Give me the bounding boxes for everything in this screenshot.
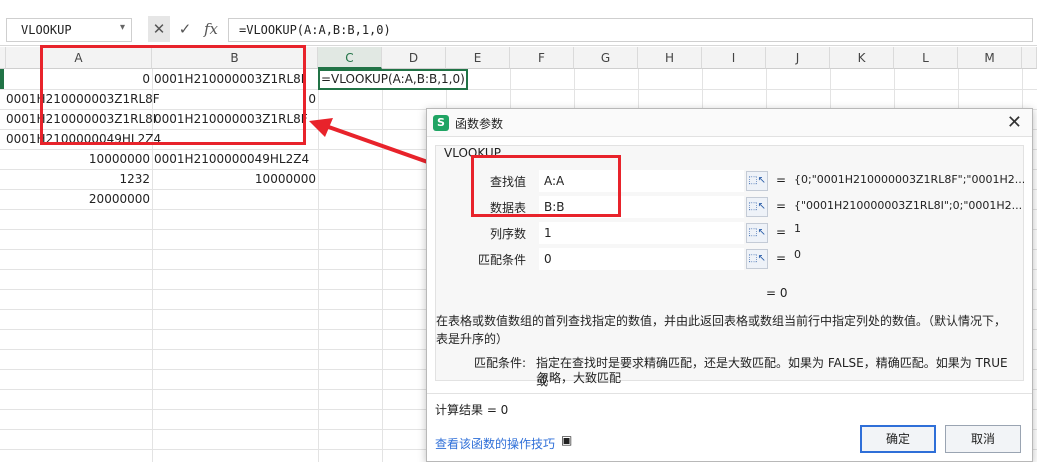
dialog-divider bbox=[427, 393, 1032, 394]
function-arguments-dialog: S 函数参数 ✕ VLOOKUP 查找值 A:A ⬚↖ = {0;"0001H2… bbox=[426, 108, 1033, 462]
param-desc-label: 匹配条件: bbox=[474, 356, 527, 370]
ok-button[interactable]: 确定 bbox=[860, 425, 936, 453]
cancel-icon[interactable]: ✕ bbox=[148, 16, 170, 42]
annotation-box-columns bbox=[40, 45, 306, 145]
param-result-lookup: {0;"0001H210000003Z1RL8F";"0001H2... bbox=[794, 173, 1024, 186]
dialog-title-bar[interactable]: S 函数参数 ✕ bbox=[427, 109, 1032, 137]
column-header-i[interactable]: I bbox=[702, 47, 766, 69]
range-select-icon[interactable]: ⬚↖ bbox=[746, 249, 768, 269]
cell-b6[interactable]: 10000000 bbox=[152, 169, 318, 189]
column-header-h[interactable]: H bbox=[638, 47, 702, 69]
formula-bar: VLOOKUP ▾ ✕ ✓ fx =VLOOKUP(A:A,B:B,1,0) bbox=[0, 0, 1037, 46]
param-value-col-index: 1 bbox=[544, 226, 552, 240]
param-eq-table: = bbox=[776, 199, 787, 213]
param-input-match[interactable]: 0 bbox=[539, 248, 744, 270]
column-header-e[interactable]: E bbox=[446, 47, 510, 69]
video-icon[interactable]: ▣ bbox=[561, 433, 572, 447]
column-header-n[interactable] bbox=[1022, 47, 1037, 69]
column-header-c[interactable]: C bbox=[318, 47, 382, 69]
param-label-match: 匹配条件 bbox=[477, 253, 526, 267]
formula-text: =VLOOKUP(A:A,B:B,1,0) bbox=[239, 23, 391, 37]
annotation-box-params bbox=[471, 155, 621, 217]
cell-b5[interactable]: 0001H2100000049HL2Z4 bbox=[154, 149, 318, 169]
range-select-icon[interactable]: ⬚↖ bbox=[746, 223, 768, 243]
param-eq-lookup: = bbox=[776, 173, 787, 187]
function-description-cont: 表是升序的） bbox=[436, 332, 509, 346]
dialog-title: 函数参数 bbox=[455, 117, 504, 131]
name-box[interactable]: VLOOKUP ▾ bbox=[6, 18, 132, 42]
param-input-col-index[interactable]: 1 bbox=[539, 222, 744, 244]
param-description-cont: 忽略，大致匹配 bbox=[537, 371, 622, 385]
active-row-indicator bbox=[0, 69, 4, 89]
cancel-button[interactable]: 取消 bbox=[945, 425, 1021, 453]
param-label-col-index: 列序数 bbox=[489, 227, 526, 241]
column-header-f[interactable]: F bbox=[510, 47, 574, 69]
cell-a7[interactable]: 20000000 bbox=[6, 189, 152, 209]
param-result-match: 0 bbox=[794, 248, 801, 261]
param-result-col-index: 1 bbox=[794, 222, 801, 235]
param-result-table: {"0001H210000003Z1RL8I";0;"0001H2... bbox=[794, 199, 1023, 212]
close-icon[interactable]: ✕ bbox=[1007, 112, 1022, 133]
formula-result: = 0 bbox=[766, 286, 788, 300]
column-header-l[interactable]: L bbox=[894, 47, 958, 69]
name-box-value: VLOOKUP bbox=[21, 23, 72, 37]
param-eq-match: = bbox=[776, 251, 787, 265]
function-description: 在表格或数值数组的首列查找指定的数值，并由此返回表格或数组当前行中指定列处的数值… bbox=[436, 314, 1007, 328]
cell-c1-active[interactable]: =VLOOKUP(A:A,B:B,1,0) bbox=[318, 69, 468, 90]
column-header-d[interactable]: D bbox=[382, 47, 446, 69]
insert-function-icon[interactable]: fx bbox=[200, 16, 222, 42]
param-value-match: 0 bbox=[544, 252, 552, 266]
column-header-m[interactable]: M bbox=[958, 47, 1022, 69]
range-select-icon[interactable]: ⬚↖ bbox=[746, 171, 768, 191]
column-header-g[interactable]: G bbox=[574, 47, 638, 69]
confirm-icon[interactable]: ✓ bbox=[174, 16, 196, 42]
column-header-k[interactable]: K bbox=[830, 47, 894, 69]
help-link[interactable]: 查看该函数的操作技巧 bbox=[435, 435, 555, 452]
cell-a6[interactable]: 1232 bbox=[6, 169, 152, 189]
app-logo-icon: S bbox=[433, 115, 449, 131]
param-eq-col-index: = bbox=[776, 225, 787, 239]
cell-a5[interactable]: 10000000 bbox=[6, 149, 152, 169]
chevron-down-icon[interactable]: ▾ bbox=[120, 22, 125, 33]
column-header-j[interactable]: J bbox=[766, 47, 830, 69]
range-select-icon[interactable]: ⬚↖ bbox=[746, 197, 768, 217]
calc-result: 计算结果 = 0 bbox=[435, 403, 509, 417]
formula-input[interactable]: =VLOOKUP(A:A,B:B,1,0) bbox=[228, 18, 1033, 42]
